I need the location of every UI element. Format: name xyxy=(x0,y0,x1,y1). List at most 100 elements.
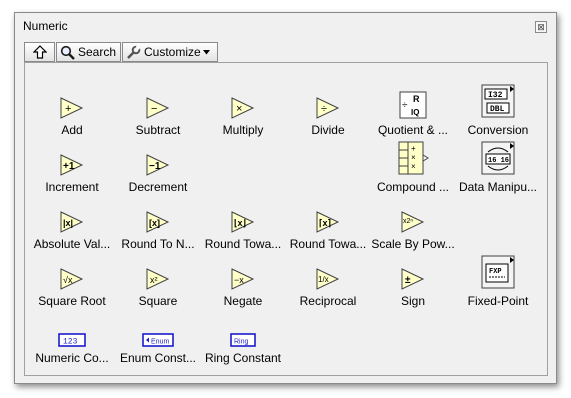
divide-label: Divide xyxy=(311,123,345,137)
round-to-nearest-label: Round To N... xyxy=(121,237,195,251)
scale-by-power-of-2-item[interactable]: x2ⁿ Scale By Pow... xyxy=(370,203,456,251)
fixed-point-icon: FXP xyxy=(481,255,515,289)
negate-label: Negate xyxy=(223,294,263,308)
reciprocal-label: Reciprocal xyxy=(299,294,357,308)
customize-button[interactable]: Customize xyxy=(122,42,218,62)
round-toward-neg-infinity-icon: ⌊x⌋ xyxy=(231,211,255,233)
subtract-label: Subtract xyxy=(135,123,181,137)
scale-by-power-of-2-label: Scale By Pow... xyxy=(371,237,455,251)
svg-text:×: × xyxy=(411,162,416,171)
round-toward-neg-infinity-item[interactable]: ⌊x⌋ Round Towa... xyxy=(200,203,286,251)
search-button[interactable]: Search xyxy=(56,42,121,62)
multiply-icon: × xyxy=(231,97,255,119)
round-to-nearest-item[interactable]: [x] Round To N... xyxy=(115,203,201,251)
numeric-constant-icon: 123 xyxy=(58,333,86,347)
absolute-value-icon: |x| xyxy=(60,211,84,233)
divide-item[interactable]: ÷ Divide xyxy=(285,89,371,137)
sign-item[interactable]: ± Sign xyxy=(370,260,456,308)
absolute-value-label: Absolute Val... xyxy=(33,237,111,251)
svg-text:÷: ÷ xyxy=(402,100,408,111)
svg-text:1/x: 1/x xyxy=(318,275,329,284)
decrement-item[interactable]: −1 Decrement xyxy=(115,146,201,194)
window-title: Numeric xyxy=(23,19,68,33)
enum-constant-label: Enum Const... xyxy=(119,351,197,365)
scale-by-power-of-2-icon: x2ⁿ xyxy=(401,211,425,233)
svg-text:I32: I32 xyxy=(488,91,503,100)
sign-icon: ± xyxy=(401,268,425,290)
close-icon[interactable]: ⊠ xyxy=(535,21,547,33)
square-root-item[interactable]: √x Square Root xyxy=(29,260,115,308)
ring-constant-label: Ring Constant xyxy=(204,351,282,365)
add-item[interactable]: + Add xyxy=(29,89,115,137)
svg-text:|x|: |x| xyxy=(63,218,73,228)
svg-text:⌈x⌉: ⌈x⌉ xyxy=(319,218,331,228)
conversion-label: Conversion xyxy=(467,123,529,137)
svg-text:±: ± xyxy=(405,275,411,286)
fixed-point-item[interactable]: FXP Fixed-Point xyxy=(455,255,541,308)
svg-text:[x]: [x] xyxy=(149,218,160,228)
customize-button-label: Customize xyxy=(144,45,201,59)
negate-item[interactable]: −x Negate xyxy=(200,260,286,308)
data-manipulation-item[interactable]: 16 16 Data Manipu... xyxy=(455,141,541,194)
add-label: Add xyxy=(61,123,83,137)
numeric-constant-label: Numeric Co... xyxy=(35,351,109,365)
svg-text:+: + xyxy=(65,103,71,115)
round-toward-pos-infinity-icon: ⌈x⌉ xyxy=(316,211,340,233)
quotient-remainder-item[interactable]: ÷ R IQ Quotient & ... xyxy=(370,89,456,137)
svg-text:R: R xyxy=(413,94,420,104)
data-manipulation-label: Data Manipu... xyxy=(458,180,538,194)
search-button-label: Search xyxy=(78,45,117,59)
multiply-label: Multiply xyxy=(222,123,264,137)
palette-toolbar: Search Customize xyxy=(24,42,218,62)
data-manipulation-icon: 16 16 xyxy=(481,141,515,175)
subtract-icon: − xyxy=(146,97,170,119)
conversion-item[interactable]: I32 DBL Conversion xyxy=(455,84,541,137)
conversion-icon: I32 DBL xyxy=(481,84,515,118)
svg-text:IQ: IQ xyxy=(411,108,419,117)
ring-constant-icon: Ring xyxy=(230,333,256,347)
multiply-item[interactable]: × Multiply xyxy=(200,89,286,137)
square-item[interactable]: x² Square xyxy=(115,260,201,308)
title-bar: Numeric ⊠ xyxy=(15,13,556,39)
numeric-constant-item[interactable]: 123 Numeric Co... xyxy=(29,317,115,365)
svg-text:DBL: DBL xyxy=(490,105,505,114)
numeric-palette-window: Numeric ⊠ Search Customize + Add − Subtr… xyxy=(14,12,557,384)
dropdown-arrow-icon xyxy=(202,49,210,54)
palette-items-area: + Add − Subtract × Multiply ÷ Divide ÷ R I… xyxy=(24,62,548,376)
svg-text:123: 123 xyxy=(63,338,78,347)
increment-item[interactable]: +1 Increment xyxy=(29,146,115,194)
ring-constant-item[interactable]: Ring Ring Constant xyxy=(200,317,286,365)
enum-constant-icon: Enum xyxy=(142,333,174,347)
svg-text:x²: x² xyxy=(150,275,158,285)
svg-text:−1: −1 xyxy=(149,161,161,172)
decrement-icon: −1 xyxy=(146,154,170,176)
sign-label: Sign xyxy=(400,294,426,308)
svg-text:+: + xyxy=(411,144,416,153)
compound-arithmetic-item[interactable]: + × × Compound ... xyxy=(370,141,456,194)
svg-text:×: × xyxy=(236,103,242,115)
svg-text:×: × xyxy=(411,153,416,162)
quotient-remainder-label: Quotient & ... xyxy=(377,123,449,137)
svg-text:−: − xyxy=(151,103,157,115)
negate-icon: −x xyxy=(231,268,255,290)
round-toward-neg-infinity-label: Round Towa... xyxy=(204,237,282,251)
absolute-value-item[interactable]: |x| Absolute Val... xyxy=(29,203,115,251)
svg-text:Enum: Enum xyxy=(151,339,169,346)
subtract-item[interactable]: − Subtract xyxy=(115,89,201,137)
wrench-icon xyxy=(127,44,141,59)
increment-icon: +1 xyxy=(60,154,84,176)
square-label: Square xyxy=(138,294,178,308)
quotient-remainder-icon: ÷ R IQ xyxy=(399,91,427,119)
square-icon: x² xyxy=(146,268,170,290)
divide-icon: ÷ xyxy=(316,97,340,119)
reciprocal-item[interactable]: 1/x Reciprocal xyxy=(285,260,371,308)
fixed-point-label: Fixed-Point xyxy=(467,294,529,308)
svg-text:−x: −x xyxy=(234,275,244,285)
up-button[interactable] xyxy=(24,42,55,62)
square-root-label: Square Root xyxy=(38,294,106,308)
round-toward-pos-infinity-item[interactable]: ⌈x⌉ Round Towa... xyxy=(285,203,371,251)
svg-text:FXP: FXP xyxy=(489,268,502,276)
svg-text:+1: +1 xyxy=(63,161,75,172)
svg-text:⌊x⌋: ⌊x⌋ xyxy=(234,218,246,228)
enum-constant-item[interactable]: Enum Enum Const... xyxy=(115,317,201,365)
